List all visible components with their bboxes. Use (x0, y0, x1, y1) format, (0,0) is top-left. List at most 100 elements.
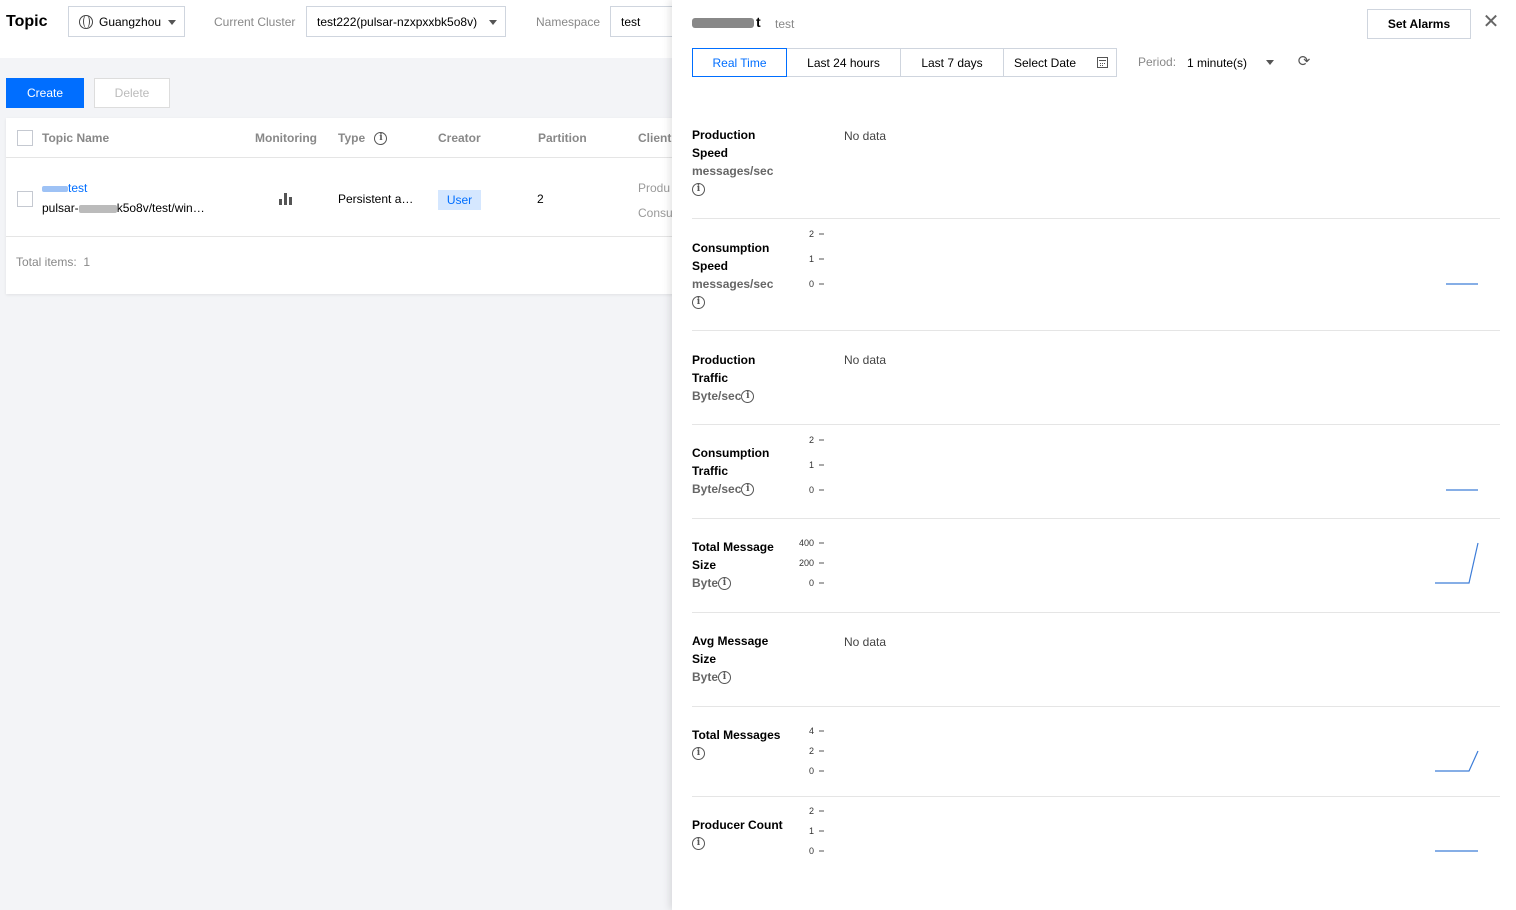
topic-table: Topic Name Monitoring Type i Creator Par… (6, 118, 706, 294)
y-tick-label: 0 (809, 485, 814, 495)
y-tick-label: 1 (809, 460, 814, 470)
delete-button[interactable]: Delete (94, 78, 170, 108)
y-tick-label: 1 (809, 826, 814, 836)
row-divider (6, 236, 706, 237)
total-items: Total items: 1 (16, 255, 90, 269)
metric-name: Production Traffic Byte/sec i (692, 351, 792, 405)
metric-name: Total Message Size Byte i (692, 538, 792, 592)
set-alarms-button[interactable]: Set Alarms (1367, 9, 1471, 39)
redacted-block (692, 18, 754, 29)
col-monitoring: Monitoring (255, 131, 317, 145)
y-tick-label: 2 (809, 229, 814, 239)
metric-row: Production Speed messages/sec i No data (692, 118, 1500, 219)
row-checkbox[interactable] (17, 191, 33, 207)
y-tick-label: 0 (809, 766, 814, 776)
no-data-text: No data (844, 353, 887, 367)
table-header: Topic Name Monitoring Type i Creator Par… (6, 118, 706, 158)
info-icon[interactable]: i (374, 132, 388, 146)
y-tick-label: 2 (809, 746, 814, 756)
metric-unit-line: i (692, 834, 792, 852)
series-line (1435, 750, 1479, 772)
metric-chart: 2 1 0 (809, 229, 1478, 289)
metric-unit: messages/sec (692, 277, 774, 291)
region-select[interactable]: Guangzhou (68, 6, 185, 37)
tab-last-7-days[interactable]: Last 7 days (900, 48, 1004, 77)
select-all-checkbox[interactable] (17, 130, 33, 146)
metric-name: Consumption Speed messages/sec i (692, 239, 792, 311)
col-partition: Partition (538, 131, 587, 145)
metric-unit: messages/sec (692, 164, 774, 178)
metric-name: Total Messages i (692, 726, 792, 762)
region-value: Guangzhou (99, 14, 162, 29)
y-tick-label: 200 (799, 558, 814, 568)
period-label: Period: (1138, 55, 1177, 69)
info-icon[interactable]: i (692, 747, 705, 761)
metric-name: Production Speed messages/sec i (692, 126, 792, 198)
metric-name-text: Consumption Speed (692, 241, 770, 273)
metric-unit-line: i (692, 744, 792, 762)
col-type: Type i (338, 131, 388, 146)
info-icon[interactable]: i (692, 296, 705, 310)
metric-name-text: Consumption Traffic (692, 446, 770, 478)
no-data-text: No data (844, 635, 887, 649)
info-icon[interactable]: i (718, 671, 732, 685)
type-value: Persistent a… (338, 192, 414, 206)
metric-unit-line: Byte/sec i (692, 480, 792, 498)
metric-name-text: Producer Count (692, 818, 783, 832)
y-tick-label: 400 (799, 538, 814, 548)
cluster-label: Current Cluster (214, 15, 296, 29)
chevron-down-icon (168, 20, 176, 25)
client-producer: Produ (638, 181, 671, 195)
redacted-block (42, 185, 68, 192)
metric-row: Consumption Speed messages/sec i 2 1 0 (692, 219, 1500, 331)
col-type-label: Type (338, 131, 366, 145)
info-icon[interactable]: i (718, 577, 732, 591)
info-icon[interactable]: i (741, 483, 755, 497)
metric-name-text: Production Speed (692, 128, 756, 160)
calendar-icon (1097, 57, 1108, 68)
metric-unit-line: Byte i (692, 668, 792, 686)
metric-name: Producer Count i (692, 816, 792, 852)
refresh-icon[interactable]: ⟳ (1296, 53, 1312, 69)
y-tick-label: 0 (809, 846, 814, 856)
metric-unit: Byte (692, 670, 719, 684)
metric-chart: 4 2 0 (809, 726, 1479, 776)
metric-unit-line: messages/sec (692, 275, 792, 293)
no-data-text: No data (844, 129, 887, 143)
metric-info-line: i (692, 293, 792, 311)
period-select[interactable]: 1 minute(s) (1180, 48, 1276, 77)
metric-unit-line: messages/sec (692, 162, 792, 180)
info-icon[interactable]: i (692, 837, 705, 851)
tab-real-time[interactable]: Real Time (692, 48, 787, 77)
metric-unit: Byte/sec (692, 389, 742, 403)
metric-info-line: i (692, 180, 792, 198)
y-tick-label: 1 (809, 254, 814, 264)
topic-path: pulsar-k5o8v/test/win… (42, 201, 205, 215)
topic-name-link[interactable]: test (42, 181, 87, 195)
monitoring-drawer: t test Set Alarms ✕ Real Time Last 24 ho… (672, 0, 1516, 910)
topic-path-suffix: k5o8v/test/win… (116, 201, 205, 215)
topic-name-text: test (68, 181, 88, 195)
metric-row: Producer Count i 2 1 0 (692, 797, 1500, 910)
drawer-title-suffix: t (756, 14, 761, 30)
period-value: 1 minute(s) (1187, 55, 1248, 70)
metric-row: Consumption Traffic Byte/sec i 2 1 0 (692, 425, 1500, 519)
col-client: Client (638, 131, 672, 145)
cluster-select[interactable]: test222(pulsar-nzxpxxbk5o8v) (306, 6, 506, 37)
metric-chart: 2 1 0 (809, 806, 1478, 856)
create-button[interactable]: Create (6, 78, 84, 108)
total-items-value: 1 (83, 255, 91, 269)
info-icon[interactable]: i (741, 390, 755, 404)
close-icon[interactable]: ✕ (1482, 12, 1500, 34)
monitoring-chart-icon[interactable] (279, 191, 293, 205)
select-date-picker[interactable]: Select Date (1003, 48, 1117, 77)
namespace-value: test (621, 14, 641, 29)
globe-icon (79, 14, 93, 29)
metric-unit-line: Byte/sec i (692, 387, 792, 405)
col-creator: Creator (438, 131, 481, 145)
total-items-label: Total items: (16, 255, 77, 269)
chevron-down-icon (1266, 60, 1274, 65)
metric-name-text: Avg Message Size (692, 634, 769, 666)
tab-last-24-hours[interactable]: Last 24 hours (786, 48, 901, 77)
info-icon[interactable]: i (692, 183, 705, 197)
